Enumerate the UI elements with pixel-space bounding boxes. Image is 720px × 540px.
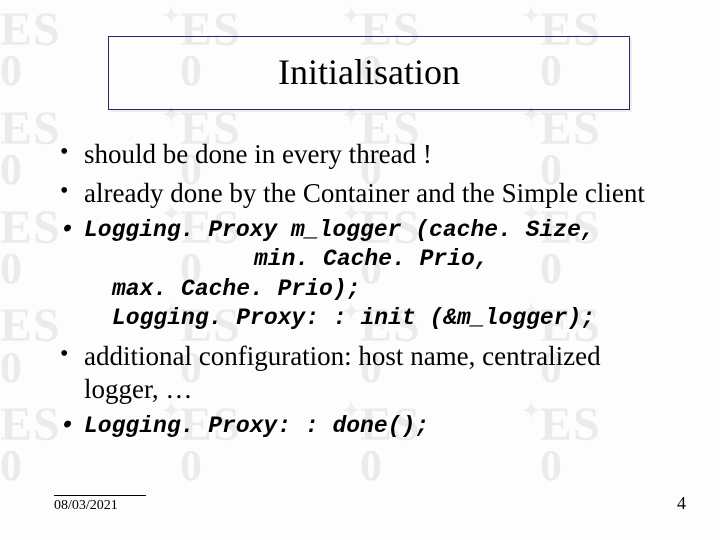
slide-content: Initialisation should be done in every t… [0,0,720,540]
bullet-item-code: Logging. Proxy m_logger (cache. Size, mi… [54,216,666,334]
bullet-text: additional configuration: host name, cen… [84,341,601,404]
footer-page-number: 4 [677,493,686,514]
bullet-item: should be done in every thread ! [54,138,666,171]
slide-footer: 08/03/2021 4 [54,493,686,514]
bullet-item: additional configuration: host name, cen… [54,340,666,406]
code-line: max. Cache. Prio); [84,275,666,304]
bullet-item-code: Logging. Proxy: : done(); [54,412,666,441]
footer-date: 08/03/2021 [54,495,146,514]
bullet-text: already done by the Container and the Si… [84,178,645,208]
code-line: Logging. Proxy m_logger (cache. Size, [84,217,595,243]
bullet-item: already done by the Container and the Si… [54,177,666,210]
code-line: min. Cache. Prio, [84,245,666,274]
code-line: Logging. Proxy: : done(); [84,413,429,439]
code-line: Logging. Proxy: : init (&m_logger); [84,304,666,333]
bullet-text: should be done in every thread ! [84,139,432,169]
slide-title: Initialisation [109,51,629,93]
bullet-list: should be done in every thread ! already… [54,138,666,441]
title-box: Initialisation [108,36,630,110]
